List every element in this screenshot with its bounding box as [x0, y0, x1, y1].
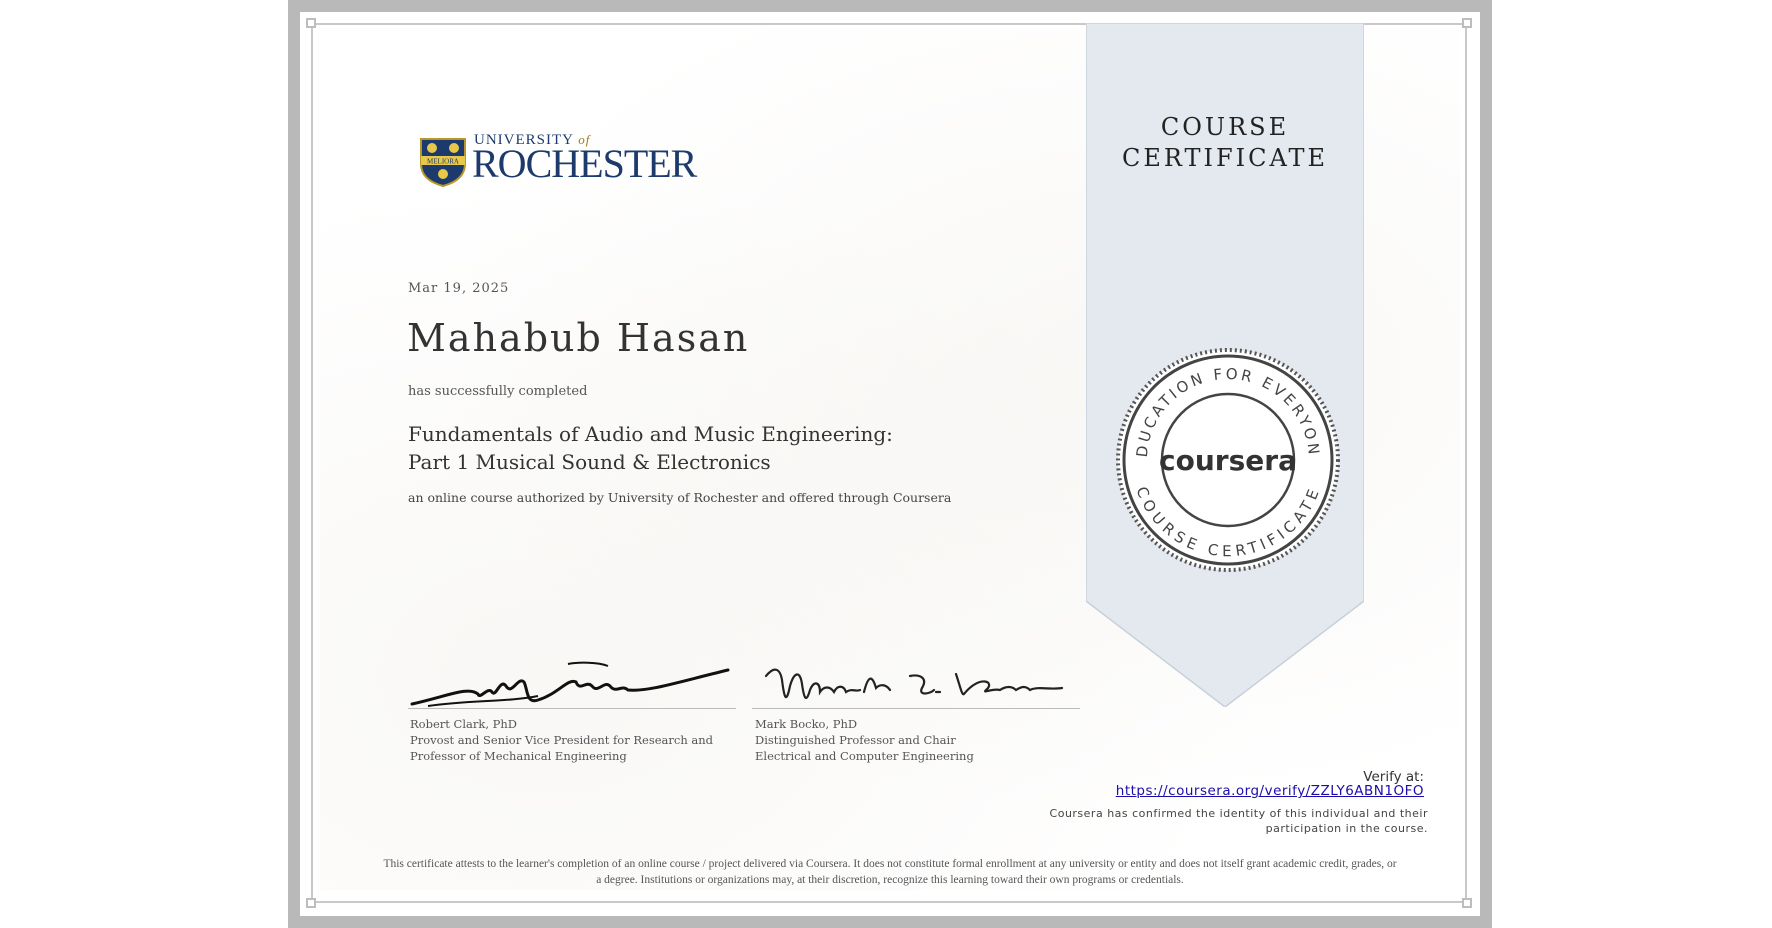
signer-1-title-line2: Professor of Mechanical Engineering [410, 749, 627, 763]
course-title: Fundamentals of Audio and Music Engineer… [408, 420, 893, 476]
corner-ornament-top-left [306, 18, 316, 28]
university-logo-name: ROCHESTER [472, 141, 697, 186]
signer-2-title-line2: Electrical and Computer Engineering [755, 749, 974, 763]
signature-robert-clark [410, 661, 730, 707]
identity-statement: Coursera has confirmed the identity of t… [1000, 806, 1428, 836]
signature-line-1 [408, 708, 736, 709]
certificate-type-line2: CERTIFICATE [1121, 144, 1329, 172]
disclaimer-line2: a degree. Institutions or organizations … [596, 874, 1184, 886]
course-title-line1: Fundamentals of Audio and Music Engineer… [408, 422, 893, 446]
verify-link[interactable]: https://coursera.org/verify/ZZLY6ABN1OFO [1100, 783, 1424, 799]
university-shield-icon: MELIORA [420, 138, 466, 188]
signer-2-title-line1: Distinguished Professor and Chair [755, 733, 956, 747]
disclaimer: This certificate attests to the learner'… [330, 856, 1450, 888]
identity-line2: participation in the course. [1265, 822, 1428, 835]
recipient-name: Mahabub Hasan [407, 316, 750, 360]
certificate-type-line1: COURSE [1160, 113, 1290, 141]
coursera-seal: EDUCATION FOR EVERYONE COURSE CERTIFICAT… [1113, 345, 1340, 572]
signer-1-name: Robert Clark, PhD [410, 717, 517, 731]
certificate-type-label: COURSE CERTIFICATE [1086, 112, 1364, 174]
seal-center-text: coursera [1159, 444, 1297, 477]
identity-line1: Coursera has confirmed the identity of t… [1049, 807, 1428, 820]
signature-line-2 [752, 708, 1080, 709]
issue-date: Mar 19, 2025 [408, 281, 510, 296]
signer-2: Mark Bocko, PhD Distinguished Professor … [755, 716, 974, 764]
course-title-line2: Part 1 Musical Sound & Electronics [408, 450, 771, 474]
corner-ornament-bottom-right [1462, 898, 1472, 908]
authorization-text: an online course authorized by Universit… [408, 490, 952, 505]
corner-ornament-bottom-left [306, 898, 316, 908]
completion-text: has successfully completed [408, 384, 588, 399]
shield-motto: MELIORA [427, 158, 459, 166]
signature-mark-bocko [764, 668, 1064, 700]
signer-1: Robert Clark, PhD Provost and Senior Vic… [410, 716, 713, 764]
corner-ornament-top-right [1462, 18, 1472, 28]
disclaimer-line1: This certificate attests to the learner'… [383, 858, 1397, 870]
signer-1-title-line1: Provost and Senior Vice President for Re… [410, 733, 714, 747]
signer-2-name: Mark Bocko, PhD [755, 717, 858, 731]
